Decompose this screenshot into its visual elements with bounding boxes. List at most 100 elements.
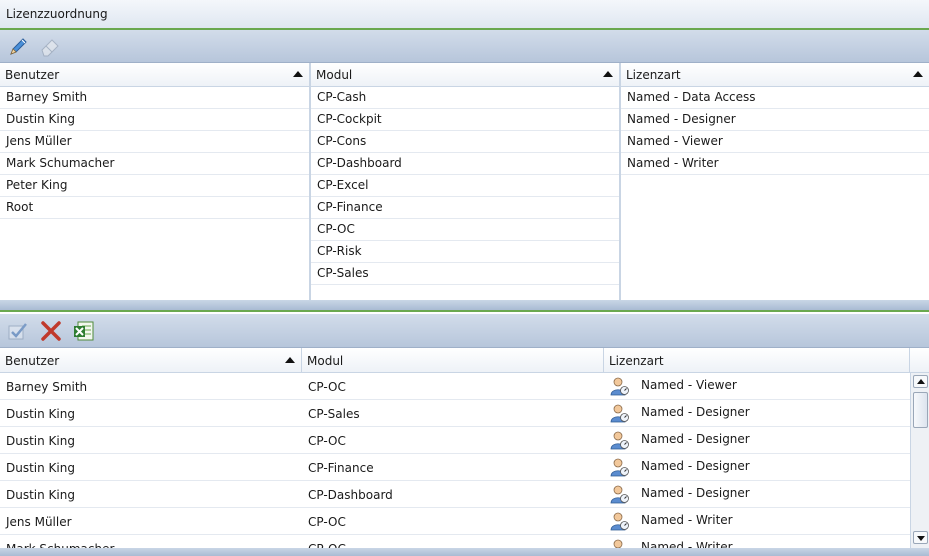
column-header-label: Modul	[307, 354, 344, 368]
modul-list: CP-Cash CP-Cockpit CP-Cons CP-Dashboard CP-E…	[311, 87, 619, 285]
column-header-modul[interactable]: Modul	[302, 348, 604, 373]
cell-modul: CP-OC	[308, 515, 346, 529]
list-item[interactable]: Dustin King	[0, 109, 309, 131]
list-item[interactable]: Named - Designer	[621, 109, 929, 131]
user-license-icon	[610, 484, 630, 504]
cell-modul: CP-OC	[308, 434, 346, 448]
list-item[interactable]: CP-Cockpit	[311, 109, 619, 131]
benutzer-header-label: Benutzer	[5, 68, 60, 82]
list-item[interactable]: Named - Viewer	[621, 131, 929, 153]
list-item[interactable]: CP-Cons	[311, 131, 619, 153]
vertical-scrollbar[interactable]	[910, 373, 929, 548]
cell-lizenzart-label: Named - Writer	[641, 540, 733, 548]
cell-lizenzart-label: Named - Viewer	[641, 378, 737, 392]
list-item[interactable]: Named - Data Access	[621, 87, 929, 109]
arrow-down-icon	[917, 536, 925, 541]
list-item[interactable]: Barney Smith	[0, 87, 309, 109]
list-item[interactable]: CP-OC	[311, 219, 619, 241]
column-header-label: Benutzer	[5, 354, 60, 368]
list-item[interactable]: CP-Dashboard	[311, 153, 619, 175]
cell-benutzer: Dustin King	[6, 434, 75, 448]
table-row[interactable]: Dustin King CP-Sales Named - Designer	[0, 400, 910, 427]
benutzer-list: Barney Smith Dustin King Jens Müller Mark S…	[0, 87, 309, 219]
cell-benutzer: Jens Müller	[6, 515, 72, 529]
scroll-up-button[interactable]	[913, 375, 928, 388]
modul-header-label: Modul	[316, 68, 353, 82]
list-item[interactable]: Named - Writer	[621, 153, 929, 175]
table-row[interactable]: Mark SchumacherCP-OC Named - Writer	[0, 535, 910, 548]
table-row[interactable]: Barney Smith CP-OC Named - Viewer	[0, 373, 910, 400]
cell-lizenzart-label: Named - Writer	[641, 513, 733, 527]
list-item[interactable]: CP-Finance	[311, 197, 619, 219]
list-item[interactable]: CP-Risk	[311, 241, 619, 263]
sort-ascending-icon	[285, 357, 295, 363]
cell-benutzer: Mark Schumacher	[0, 535, 302, 548]
cell-modul: CP-OC	[308, 380, 346, 394]
user-license-icon	[610, 538, 630, 548]
cell-benutzer: Dustin King	[6, 407, 75, 421]
benutzer-header[interactable]: Benutzer	[0, 63, 309, 87]
check-icon[interactable]	[6, 319, 30, 343]
user-license-icon	[610, 511, 630, 531]
arrow-up-icon	[917, 379, 925, 384]
table-row[interactable]: Dustin King CP-Finance Named - Designer	[0, 454, 910, 481]
modul-header[interactable]: Modul	[311, 63, 619, 87]
excel-icon[interactable]	[72, 319, 96, 343]
cell-lizenzart: Named - Designer	[604, 400, 910, 427]
sort-ascending-icon	[913, 71, 923, 77]
cell-modul: CP-Finance	[308, 461, 374, 475]
sort-ascending-icon	[293, 71, 303, 77]
list-item[interactable]: CP-Sales	[311, 263, 619, 285]
eraser-icon[interactable]	[38, 35, 62, 59]
lizenzart-pane: Lizenzart Named - Data Access Named - Des…	[621, 63, 929, 300]
cell-benutzer: Dustin King	[6, 461, 75, 475]
pencil-icon[interactable]	[6, 35, 30, 59]
cell-lizenzart: Named - Writer	[604, 535, 910, 548]
sort-ascending-icon	[603, 71, 613, 77]
cell-lizenzart: Named - Designer	[604, 427, 910, 454]
cell-benutzer: Barney Smith	[6, 380, 88, 394]
delete-x-icon[interactable]	[39, 319, 63, 343]
cell-lizenzart: Named - Viewer	[604, 373, 910, 400]
top-toolbar	[0, 30, 929, 63]
table-row[interactable]: Dustin King CP-OC Named - Designer	[0, 427, 910, 454]
scroll-thumb[interactable]	[913, 392, 928, 428]
user-license-icon	[610, 430, 630, 450]
cell-lizenzart: Named - Designer	[604, 481, 910, 508]
list-item[interactable]: CP-Excel	[311, 175, 619, 197]
cell-lizenzart-label: Named - Designer	[641, 486, 750, 500]
modul-pane: Modul CP-Cash CP-Cockpit CP-Cons CP-Dashboa…	[311, 63, 621, 300]
lizenzart-header-label: Lizenzart	[626, 68, 681, 82]
table-row[interactable]: Jens Müller CP-OC Named - Writer	[0, 508, 910, 535]
cell-modul: CP-Sales	[308, 407, 360, 421]
window-title: Lizenzzuordnung	[0, 0, 929, 30]
cell-lizenzart: Named - Writer	[604, 508, 910, 535]
cell-lizenzart-label: Named - Designer	[641, 432, 750, 446]
column-header-label: Lizenzart	[609, 354, 664, 368]
lizenzart-header[interactable]: Lizenzart	[621, 63, 929, 87]
bottom-toolbar	[0, 314, 929, 348]
list-item[interactable]: CP-Cash	[311, 87, 619, 109]
list-item[interactable]: Jens Müller	[0, 131, 309, 153]
cell-lizenzart-label: Named - Designer	[641, 405, 750, 419]
assignment-grid: Barney Smith CP-OC Named - Viewer Dustin Ki…	[0, 373, 910, 548]
lizenzart-list: Named - Data Access Named - Designer Named…	[621, 87, 929, 175]
cell-lizenzart: Named - Designer	[604, 454, 910, 481]
cell-modul: CP-OC	[302, 535, 604, 548]
cell-benutzer: Dustin King	[6, 488, 75, 502]
cell-lizenzart-label: Named - Designer	[641, 459, 750, 473]
user-license-icon	[610, 457, 630, 477]
column-header-benutzer[interactable]: Benutzer	[0, 348, 302, 373]
list-item[interactable]: Root	[0, 197, 309, 219]
user-license-icon	[610, 376, 630, 396]
table-row[interactable]: Dustin King CP-Dashboard Named - Designer	[0, 481, 910, 508]
column-header-lizenzart[interactable]: Lizenzart	[604, 348, 910, 373]
user-license-icon	[610, 403, 630, 423]
cell-modul: CP-Dashboard	[308, 488, 393, 502]
list-item[interactable]: Peter King	[0, 175, 309, 197]
status-bar	[0, 548, 929, 556]
scroll-down-button[interactable]	[913, 531, 928, 544]
list-item[interactable]: Mark Schumacher	[0, 153, 309, 175]
assignment-grid-header: Benutzer Modul Lizenzart	[0, 348, 929, 373]
horizontal-splitter[interactable]	[0, 300, 929, 312]
